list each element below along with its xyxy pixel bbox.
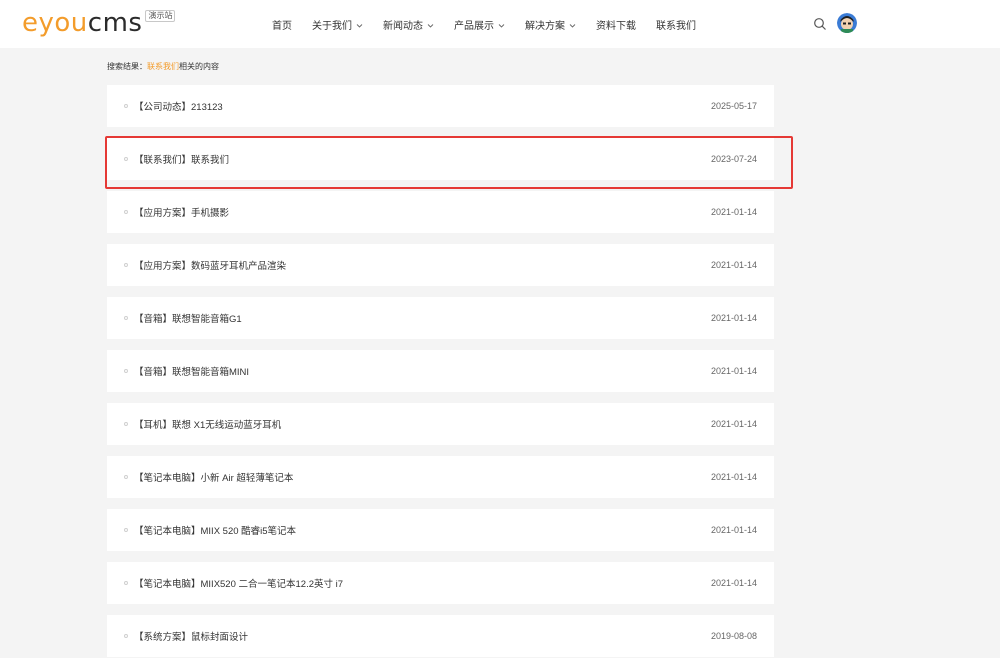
- result-row[interactable]: 【公司动态】213123 2025-05-17: [107, 85, 774, 127]
- result-title-link[interactable]: 【联系我们】联系我们: [134, 152, 229, 166]
- result-date: 2021-01-14: [710, 366, 757, 376]
- result-title-link[interactable]: 【应用方案】手机摄影: [134, 205, 229, 219]
- bullet-icon: [124, 263, 128, 267]
- nav-item-label: 解决方案: [525, 20, 565, 32]
- user-avatar[interactable]: [837, 13, 857, 33]
- bullet-icon: [124, 634, 128, 638]
- bullet-icon: [124, 104, 128, 108]
- result-title-link[interactable]: 【笔记本电脑】小新 Air 超轻薄笔记本: [134, 470, 293, 484]
- result-row[interactable]: 【耳机】联想 X1无线运动蓝牙耳机 2021-01-14: [107, 403, 774, 445]
- bullet-icon: [124, 157, 128, 161]
- result-date: 2021-01-14: [710, 313, 757, 323]
- result-date: 2021-01-14: [710, 207, 757, 217]
- breadcrumb-prefix: 搜索结果：: [107, 62, 147, 71]
- main-nav: 首页 关于我们 新闻动态 产品展示 解决方案 资料下载 联系我们: [262, 0, 706, 48]
- nav-item-label: 联系我们: [656, 20, 696, 32]
- result-date: 2019-08-08: [710, 631, 757, 641]
- result-title-link[interactable]: 【公司动态】213123: [134, 99, 223, 113]
- result-date: 2021-01-14: [710, 260, 757, 270]
- result-title-link[interactable]: 【应用方案】数码蓝牙耳机产品渲染: [134, 258, 286, 272]
- result-title-link[interactable]: 【笔记本电脑】MIIX 520 酷睿i5笔记本: [134, 523, 296, 537]
- result-title-link[interactable]: 【音箱】联想智能音箱MINI: [134, 364, 249, 378]
- logo-wordmark: eyoucms: [22, 8, 143, 38]
- bullet-icon: [124, 528, 128, 532]
- nav-item-label: 关于我们: [312, 20, 352, 32]
- search-result-breadcrumb: 搜索结果：联系我们相关的内容: [107, 61, 219, 72]
- result-row[interactable]: 【音箱】联想智能音箱G1 2021-01-14: [107, 297, 774, 339]
- bullet-icon: [124, 369, 128, 373]
- search-icon[interactable]: [813, 17, 827, 31]
- nav-item-label: 产品展示: [454, 20, 494, 32]
- result-title-link[interactable]: 【笔记本电脑】MIIX520 二合一笔记本12.2英寸 i7: [134, 576, 343, 590]
- nav-item-0[interactable]: 首页: [272, 17, 292, 32]
- result-title-link[interactable]: 【音箱】联想智能音箱G1: [134, 311, 242, 325]
- chevron-down-icon: [498, 21, 505, 28]
- chevron-down-icon: [427, 21, 434, 28]
- breadcrumb-suffix: 相关的内容: [179, 62, 219, 71]
- result-row[interactable]: 【笔记本电脑】小新 Air 超轻薄笔记本 2021-01-14: [107, 456, 774, 498]
- search-keyword[interactable]: 联系我们: [147, 62, 179, 71]
- nav-item-label: 首页: [272, 20, 292, 32]
- nav-item-4[interactable]: 解决方案: [525, 17, 576, 32]
- result-date: 2021-01-14: [710, 578, 757, 588]
- result-row[interactable]: 【联系我们】联系我们 2023-07-24: [107, 138, 774, 180]
- result-date: 2021-01-14: [710, 472, 757, 482]
- result-row[interactable]: 【应用方案】手机摄影 2021-01-14: [107, 191, 774, 233]
- nav-item-3[interactable]: 产品展示: [454, 17, 505, 32]
- result-title-link[interactable]: 【系统方案】鼠标封面设计: [134, 629, 248, 643]
- bullet-icon: [124, 210, 128, 214]
- nav-item-2[interactable]: 新闻动态: [383, 17, 434, 32]
- nav-item-6[interactable]: 联系我们: [656, 17, 696, 32]
- chevron-down-icon: [569, 21, 576, 28]
- result-title-link[interactable]: 【耳机】联想 X1无线运动蓝牙耳机: [134, 417, 281, 431]
- nav-item-5[interactable]: 资料下载: [596, 17, 636, 32]
- nav-item-label: 资料下载: [596, 20, 636, 32]
- result-row[interactable]: 【笔记本电脑】MIIX520 二合一笔记本12.2英寸 i7 2021-01-14: [107, 562, 774, 604]
- result-date: 2021-01-14: [710, 419, 757, 429]
- result-date: 2023-07-24: [710, 154, 757, 164]
- site-header: eyoucms 演示站 首页 关于我们 新闻动态 产品展示 解决方案 资料下载 联系我们: [0, 0, 1000, 48]
- result-date: 2021-01-14: [710, 525, 757, 535]
- bullet-icon: [124, 422, 128, 426]
- bullet-icon: [124, 316, 128, 320]
- bullet-icon: [124, 475, 128, 479]
- result-row[interactable]: 【系统方案】鼠标封面设计 2019-08-08: [107, 615, 774, 657]
- search-results-list: 【公司动态】213123 2025-05-17 【联系我们】联系我们 2023-07-…: [107, 85, 774, 658]
- result-row[interactable]: 【音箱】联想智能音箱MINI 2021-01-14: [107, 350, 774, 392]
- bullet-icon: [124, 581, 128, 585]
- nav-item-label: 新闻动态: [383, 20, 423, 32]
- chevron-down-icon: [356, 21, 363, 28]
- nav-item-1[interactable]: 关于我们: [312, 17, 363, 32]
- site-logo[interactable]: eyoucms 演示站: [22, 8, 176, 39]
- result-row[interactable]: 【应用方案】数码蓝牙耳机产品渲染 2021-01-14: [107, 244, 774, 286]
- demo-site-badge: 演示站: [145, 10, 176, 22]
- result-date: 2025-05-17: [710, 101, 757, 111]
- result-row[interactable]: 【笔记本电脑】MIIX 520 酷睿i5笔记本 2021-01-14: [107, 509, 774, 551]
